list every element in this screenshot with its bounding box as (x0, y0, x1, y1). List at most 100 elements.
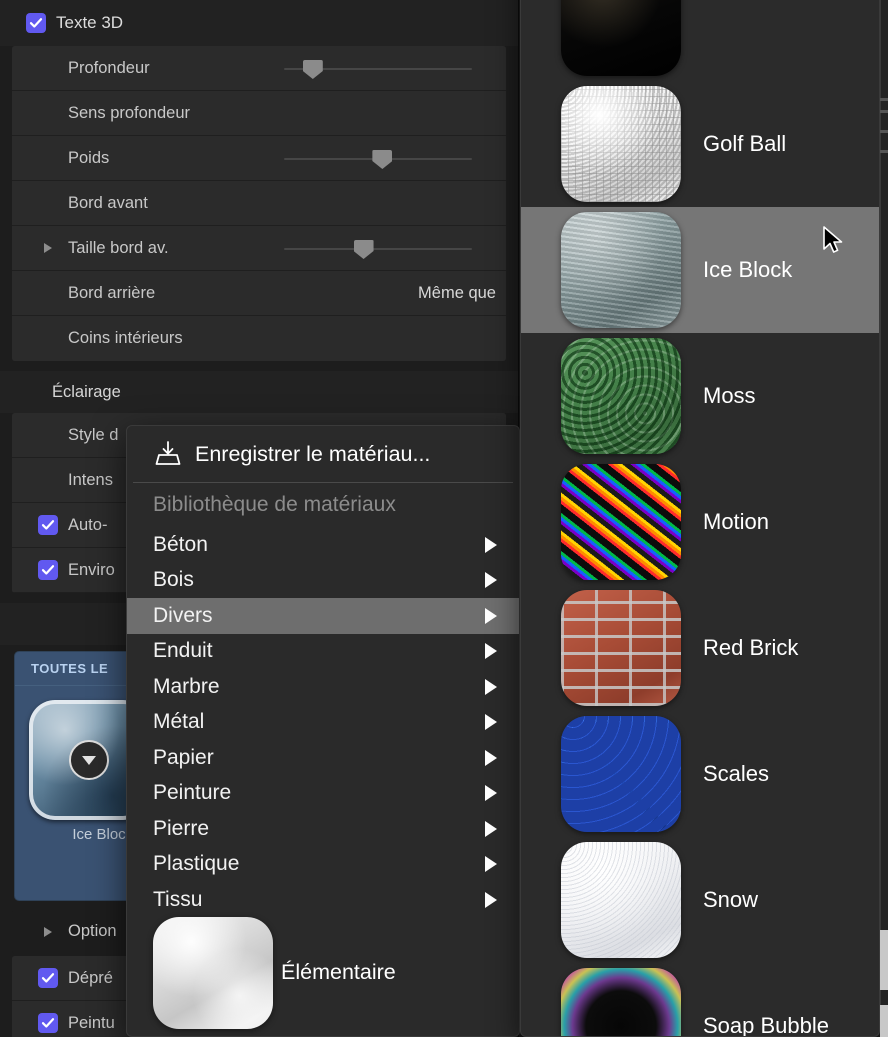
section-title: Éclairage (52, 383, 121, 402)
material-library-menu: Enregistrer le matériau... Bibliothèque … (126, 425, 520, 1037)
menu-caption-bibliotheque: Bibliothèque de matériaux (127, 483, 519, 527)
submenu-item-label: Motion (703, 509, 769, 535)
submenu-item-red-brick[interactable]: Red Brick (521, 585, 879, 711)
row-label: Option (68, 922, 117, 941)
menu-item-enregistrer-materiau[interactable]: Enregistrer le matériau... (127, 426, 519, 482)
menu-item-label: Élémentaire (281, 960, 396, 985)
material-thumb-icon (561, 212, 681, 328)
row-label: Auto- (68, 516, 107, 535)
texte-3d-checkbox[interactable] (26, 13, 46, 33)
menu-item-label: Béton (153, 533, 208, 557)
menu-item-label: Peinture (153, 781, 231, 805)
row-coins-interieurs[interactable]: Coins intérieurs (12, 316, 506, 361)
slider-knob[interactable] (303, 60, 323, 79)
row-bord-avant[interactable]: Bord avant (12, 181, 506, 226)
row-label: Bord arrière (68, 284, 155, 303)
row-label: Peintu (68, 1014, 115, 1033)
menu-item-pierre[interactable]: Pierre (127, 811, 519, 847)
material-popup-button[interactable] (69, 740, 109, 780)
submenu-arrow-icon (485, 892, 497, 908)
material-thumb-icon (561, 842, 681, 958)
bord-arriere-value[interactable]: Même que (418, 284, 496, 303)
submenu-item-label: Scales (703, 761, 769, 787)
row-label: Intens (68, 471, 113, 490)
submenu-item-label: Red Brick (703, 635, 798, 661)
submenu-item-snow[interactable]: Snow (521, 837, 879, 963)
texte-3d-header-row[interactable]: Texte 3D (0, 0, 518, 46)
slider-track (284, 248, 472, 250)
submenu-arrow-icon (485, 714, 497, 730)
slider-knob[interactable] (354, 240, 374, 259)
menu-item-marbre[interactable]: Marbre (127, 669, 519, 705)
checkmark-icon (41, 1016, 55, 1030)
material-thumb-icon (561, 716, 681, 832)
disclosure-triangle-icon[interactable] (44, 927, 52, 937)
depression-checkbox[interactable] (38, 968, 58, 988)
auto-checkbox[interactable] (38, 515, 58, 535)
menu-item-peinture[interactable]: Peinture (127, 776, 519, 812)
menu-item-plastique[interactable]: Plastique (127, 847, 519, 883)
row-label: Poids (68, 149, 109, 168)
divers-submenu: Golf Ball Ice Block Moss Motion Red Bric… (520, 0, 880, 1037)
row-label: Taille bord av. (68, 239, 169, 258)
slider-knob[interactable] (372, 150, 392, 169)
menu-item-metal[interactable]: Métal (127, 705, 519, 741)
sliver-line (880, 110, 888, 113)
section-header-eclairage[interactable]: Éclairage (0, 371, 518, 413)
material-thumb-icon (561, 86, 681, 202)
submenu-arrow-icon (485, 643, 497, 659)
background-window-sliver (880, 0, 888, 1037)
row-poids[interactable]: Poids (12, 136, 506, 181)
checkmark-icon (29, 16, 43, 30)
checkmark-icon (41, 563, 55, 577)
text3d-properties-group: Profondeur Sens profondeur Poids Bord av… (12, 46, 506, 361)
checkmark-icon (41, 971, 55, 985)
material-thumb-icon (561, 464, 681, 580)
row-label: Profondeur (68, 59, 150, 78)
menu-item-beton[interactable]: Béton (127, 527, 519, 563)
menu-item-papier[interactable]: Papier (127, 740, 519, 776)
row-profondeur[interactable]: Profondeur (12, 46, 506, 91)
elementaire-swatch (153, 917, 273, 1029)
submenu-arrow-icon (485, 572, 497, 588)
menu-item-bois[interactable]: Bois (127, 563, 519, 599)
chevron-down-icon (82, 756, 96, 765)
profondeur-slider[interactable] (284, 59, 472, 79)
screen: Texte 3D Profondeur Sens profondeur Poid… (0, 0, 888, 1037)
checkmark-icon (41, 518, 55, 532)
submenu-item-scales[interactable]: Scales (521, 711, 879, 837)
submenu-item-golf-ball[interactable]: Golf Ball (521, 81, 879, 207)
poids-slider[interactable] (284, 149, 472, 169)
sliver-block (880, 1005, 888, 1037)
environnement-checkbox[interactable] (38, 560, 58, 580)
menu-item-enduit[interactable]: Enduit (127, 634, 519, 670)
row-label: Style d (68, 426, 118, 445)
menu-item-label: Plastique (153, 852, 239, 876)
submenu-arrow-icon (485, 856, 497, 872)
peinture-checkbox[interactable] (38, 1013, 58, 1033)
row-sens-profondeur[interactable]: Sens profondeur (12, 91, 506, 136)
save-tray-icon (153, 440, 183, 468)
menu-item-elementaire[interactable]: Élémentaire (127, 918, 519, 1028)
menu-item-label: Enduit (153, 639, 213, 663)
material-thumb-icon (561, 0, 681, 76)
submenu-item-label: Snow (703, 887, 758, 913)
menu-item-label: Papier (153, 746, 214, 770)
submenu-item-motion[interactable]: Motion (521, 459, 879, 585)
row-label: Sens profondeur (68, 104, 190, 123)
row-taille-bord-avant[interactable]: Taille bord av. (12, 226, 506, 271)
texte-3d-label: Texte 3D (56, 13, 123, 33)
row-bord-arriere[interactable]: Bord arrière Même que (12, 271, 506, 316)
menu-item-tissu[interactable]: Tissu (127, 882, 519, 918)
row-label: Enviro (68, 561, 115, 580)
row-label: Coins intérieurs (68, 329, 183, 348)
menu-item-divers[interactable]: Divers (127, 598, 519, 634)
submenu-item-0[interactable] (521, 0, 879, 81)
submenu-item-moss[interactable]: Moss (521, 333, 879, 459)
disclosure-triangle-icon[interactable] (44, 243, 52, 253)
menu-item-label: Métal (153, 710, 204, 734)
row-label: Dépré (68, 969, 113, 988)
menu-item-label: Marbre (153, 675, 220, 699)
submenu-item-soap-bubble[interactable]: Soap Bubble (521, 963, 879, 1037)
taille-bord-slider[interactable] (284, 239, 472, 259)
